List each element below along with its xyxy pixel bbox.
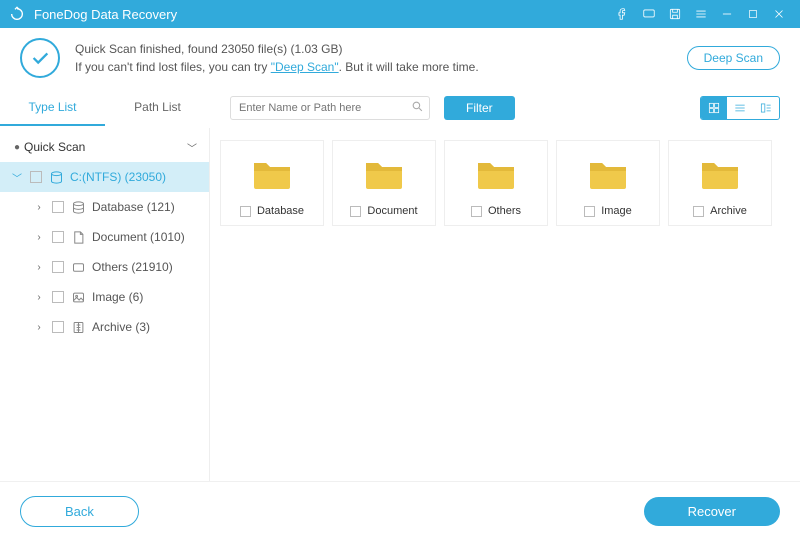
chevron-right-icon[interactable]: › bbox=[32, 322, 46, 333]
minimize-icon[interactable] bbox=[714, 0, 740, 28]
app-title: FoneDog Data Recovery bbox=[34, 7, 177, 22]
category-icon bbox=[70, 200, 86, 215]
titlebar: FoneDog Data Recovery bbox=[0, 0, 800, 28]
folder-item[interactable]: Database bbox=[220, 140, 324, 226]
folder-name: Others bbox=[488, 205, 521, 217]
tree-item-label: Others (21910) bbox=[92, 260, 173, 274]
search-box bbox=[230, 96, 430, 120]
search-input[interactable] bbox=[230, 96, 430, 120]
bullet-icon: ● bbox=[10, 142, 24, 153]
status-message: Quick Scan finished, found 23050 file(s)… bbox=[75, 40, 687, 76]
check-icon bbox=[20, 38, 60, 78]
tree-item[interactable]: › Document (1010) bbox=[0, 222, 209, 252]
content-area: Database Document Others Image Archive bbox=[210, 128, 800, 481]
folder-icon bbox=[700, 157, 740, 191]
close-icon[interactable] bbox=[766, 0, 792, 28]
app-logo-icon bbox=[8, 5, 26, 23]
checkbox[interactable] bbox=[52, 231, 64, 243]
checkbox[interactable] bbox=[240, 206, 251, 217]
chevron-right-icon[interactable]: › bbox=[32, 292, 46, 303]
view-list-button[interactable] bbox=[727, 97, 753, 119]
checkbox[interactable] bbox=[30, 171, 42, 183]
chevron-right-icon[interactable]: › bbox=[32, 202, 46, 213]
tree-item-label: Image (6) bbox=[92, 290, 143, 304]
filter-button[interactable]: Filter bbox=[444, 96, 515, 120]
facebook-icon[interactable] bbox=[610, 0, 636, 28]
footer: Back Recover bbox=[0, 481, 800, 541]
view-switch bbox=[700, 96, 780, 120]
tree-item[interactable]: › Image (6) bbox=[0, 282, 209, 312]
folder-name: Database bbox=[257, 205, 304, 217]
tab-type-list[interactable]: Type List bbox=[0, 90, 105, 126]
status-bar: Quick Scan finished, found 23050 file(s)… bbox=[0, 28, 800, 88]
folder-grid: Database Document Others Image Archive bbox=[220, 140, 790, 226]
folder-icon bbox=[364, 157, 404, 191]
folder-icon bbox=[476, 157, 516, 191]
tree-item[interactable]: › Others (21910) bbox=[0, 252, 209, 282]
tree-drive-label: C:(NTFS) (23050) bbox=[70, 170, 166, 184]
search-icon[interactable] bbox=[411, 100, 424, 116]
drive-icon bbox=[48, 170, 64, 185]
view-detail-button[interactable] bbox=[753, 97, 779, 119]
deep-scan-button[interactable]: Deep Scan bbox=[687, 46, 780, 70]
folder-item[interactable]: Image bbox=[556, 140, 660, 226]
folder-icon bbox=[588, 157, 628, 191]
category-icon bbox=[70, 320, 86, 335]
folder-name: Image bbox=[601, 205, 632, 217]
checkbox[interactable] bbox=[693, 206, 704, 217]
tabs: Type List Path List bbox=[0, 90, 210, 126]
recover-button[interactable]: Recover bbox=[644, 497, 780, 526]
tree-item-label: Database (121) bbox=[92, 200, 175, 214]
checkbox[interactable] bbox=[52, 261, 64, 273]
menu-icon[interactable] bbox=[688, 0, 714, 28]
tree-root[interactable]: ● Quick Scan ﹀ bbox=[0, 132, 209, 162]
save-icon[interactable] bbox=[662, 0, 688, 28]
deep-scan-link[interactable]: "Deep Scan" bbox=[271, 60, 339, 74]
chevron-right-icon[interactable]: › bbox=[32, 232, 46, 243]
chevron-down-icon[interactable]: ﹀ bbox=[10, 170, 24, 185]
folder-name: Archive bbox=[710, 205, 747, 217]
category-icon bbox=[70, 290, 86, 305]
category-icon bbox=[70, 260, 86, 275]
checkbox[interactable] bbox=[52, 321, 64, 333]
tree-item[interactable]: › Archive (3) bbox=[0, 312, 209, 342]
folder-item[interactable]: Archive bbox=[668, 140, 772, 226]
tree-item[interactable]: › Database (121) bbox=[0, 192, 209, 222]
main-area: ● Quick Scan ﹀ ﹀ C:(NTFS) (23050) › Datab… bbox=[0, 128, 800, 481]
tree-root-label: Quick Scan bbox=[24, 140, 85, 154]
folder-item[interactable]: Document bbox=[332, 140, 436, 226]
back-button[interactable]: Back bbox=[20, 496, 139, 527]
tree-item-label: Document (1010) bbox=[92, 230, 185, 244]
folder-item[interactable]: Others bbox=[444, 140, 548, 226]
checkbox[interactable] bbox=[350, 206, 361, 217]
folder-name: Document bbox=[367, 205, 417, 217]
checkbox[interactable] bbox=[52, 291, 64, 303]
checkbox[interactable] bbox=[471, 206, 482, 217]
tree-item-label: Archive (3) bbox=[92, 320, 150, 334]
sidebar: ● Quick Scan ﹀ ﹀ C:(NTFS) (23050) › Datab… bbox=[0, 128, 210, 481]
tab-path-list[interactable]: Path List bbox=[105, 90, 210, 126]
view-grid-button[interactable] bbox=[701, 97, 727, 119]
chevron-right-icon[interactable]: › bbox=[32, 262, 46, 273]
tree-drive[interactable]: ﹀ C:(NTFS) (23050) bbox=[0, 162, 209, 192]
category-icon bbox=[70, 230, 86, 245]
checkbox[interactable] bbox=[52, 201, 64, 213]
maximize-icon[interactable] bbox=[740, 0, 766, 28]
feedback-icon[interactable] bbox=[636, 0, 662, 28]
toolbar: Type List Path List Filter bbox=[0, 88, 800, 128]
checkbox[interactable] bbox=[584, 206, 595, 217]
chevron-down-icon[interactable]: ﹀ bbox=[185, 140, 199, 155]
folder-icon bbox=[252, 157, 292, 191]
